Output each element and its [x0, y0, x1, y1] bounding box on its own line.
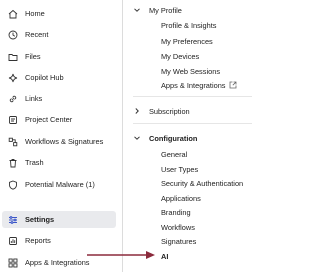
chevron-right-icon [133, 107, 141, 115]
project-icon [7, 114, 19, 126]
sidebar-item-potential-malware[interactable]: Potential Malware (1) [2, 176, 116, 193]
sidebar-item-label: Project Center [25, 115, 73, 124]
folder-icon [7, 51, 19, 63]
nav-signatures[interactable]: Signatures [161, 235, 196, 247]
sidebar-item-label: Settings [25, 215, 55, 224]
sidebar-item-trash[interactable]: Trash [2, 154, 116, 171]
sidebar-item-label: Apps & Integrations [25, 258, 90, 267]
sidebar-item-label: Home [25, 9, 45, 18]
sidebar-item-files[interactable]: Files [2, 48, 116, 65]
sidebar-item-label: Potential Malware (1) [25, 180, 95, 189]
sparkle-icon [7, 72, 19, 84]
nav-general[interactable]: General [161, 148, 187, 160]
sidebar-item-workflows-signatures[interactable]: Workflows & Signatures [2, 133, 116, 150]
section-my-profile[interactable]: My Profile [133, 3, 182, 17]
nav-my-web-sessions[interactable]: My Web Sessions [161, 65, 220, 77]
sidebar-item-label: Workflows & Signatures [25, 137, 104, 146]
nav-workflows[interactable]: Workflows [161, 221, 195, 233]
sidebar-item-settings[interactable]: Settings [2, 211, 116, 228]
nav-applications[interactable]: Applications [161, 192, 201, 204]
sidebar-item-reports[interactable]: Reports [2, 232, 116, 249]
left-sidebar: Home Recent Files Copilot Hub Links Proj… [0, 0, 122, 272]
nav-profile-apps-integrations[interactable]: Apps & Integrations [161, 79, 237, 91]
sidebar-item-links[interactable]: Links [2, 90, 116, 107]
chevron-down-icon [133, 6, 141, 14]
sidebar-item-home[interactable]: Home [2, 5, 116, 22]
nav-my-preferences[interactable]: My Preferences [161, 35, 213, 47]
sidebar-item-project-center[interactable]: Project Center [2, 111, 116, 128]
apps-icon [7, 257, 19, 269]
section-subscription[interactable]: Subscription [133, 104, 190, 118]
section-separator [133, 123, 252, 124]
workflow-icon [7, 136, 19, 148]
clock-icon [7, 29, 19, 41]
section-label: My Profile [149, 5, 182, 15]
nav-ai[interactable]: AI [161, 250, 168, 262]
section-label: Configuration [149, 133, 198, 143]
nav-my-devices[interactable]: My Devices [161, 50, 199, 62]
reports-icon [7, 235, 19, 247]
nav-label: Apps & Integrations [161, 80, 226, 90]
settings-sliders-icon [7, 214, 19, 226]
annotation-arrow-icon [87, 251, 155, 259]
settings-nav: My Profile Profile & Insights My Prefere… [123, 0, 252, 272]
home-icon [7, 8, 19, 20]
shield-icon [7, 179, 19, 191]
nav-security-authentication[interactable]: Security & Authentication [161, 177, 243, 189]
section-configuration[interactable]: Configuration [133, 131, 197, 145]
sidebar-item-recent[interactable]: Recent [2, 26, 116, 43]
nav-profile-insights[interactable]: Profile & Insights [161, 19, 216, 31]
sidebar-item-label: Files [25, 52, 41, 61]
sidebar-item-label: Links [25, 94, 43, 103]
section-label: Subscription [149, 106, 190, 116]
sidebar-item-label: Trash [25, 158, 44, 167]
section-separator [133, 96, 252, 97]
sidebar-item-label: Copilot Hub [25, 73, 64, 82]
trash-icon [7, 157, 19, 169]
link-icon [7, 93, 19, 105]
external-link-icon [229, 81, 237, 89]
chevron-down-icon [133, 134, 141, 142]
nav-user-types[interactable]: User Types [161, 163, 198, 175]
sidebar-item-label: Recent [25, 30, 49, 39]
sidebar-item-copilot-hub[interactable]: Copilot Hub [2, 69, 116, 86]
sidebar-item-label: Reports [25, 236, 51, 245]
nav-branding[interactable]: Branding [161, 206, 191, 218]
